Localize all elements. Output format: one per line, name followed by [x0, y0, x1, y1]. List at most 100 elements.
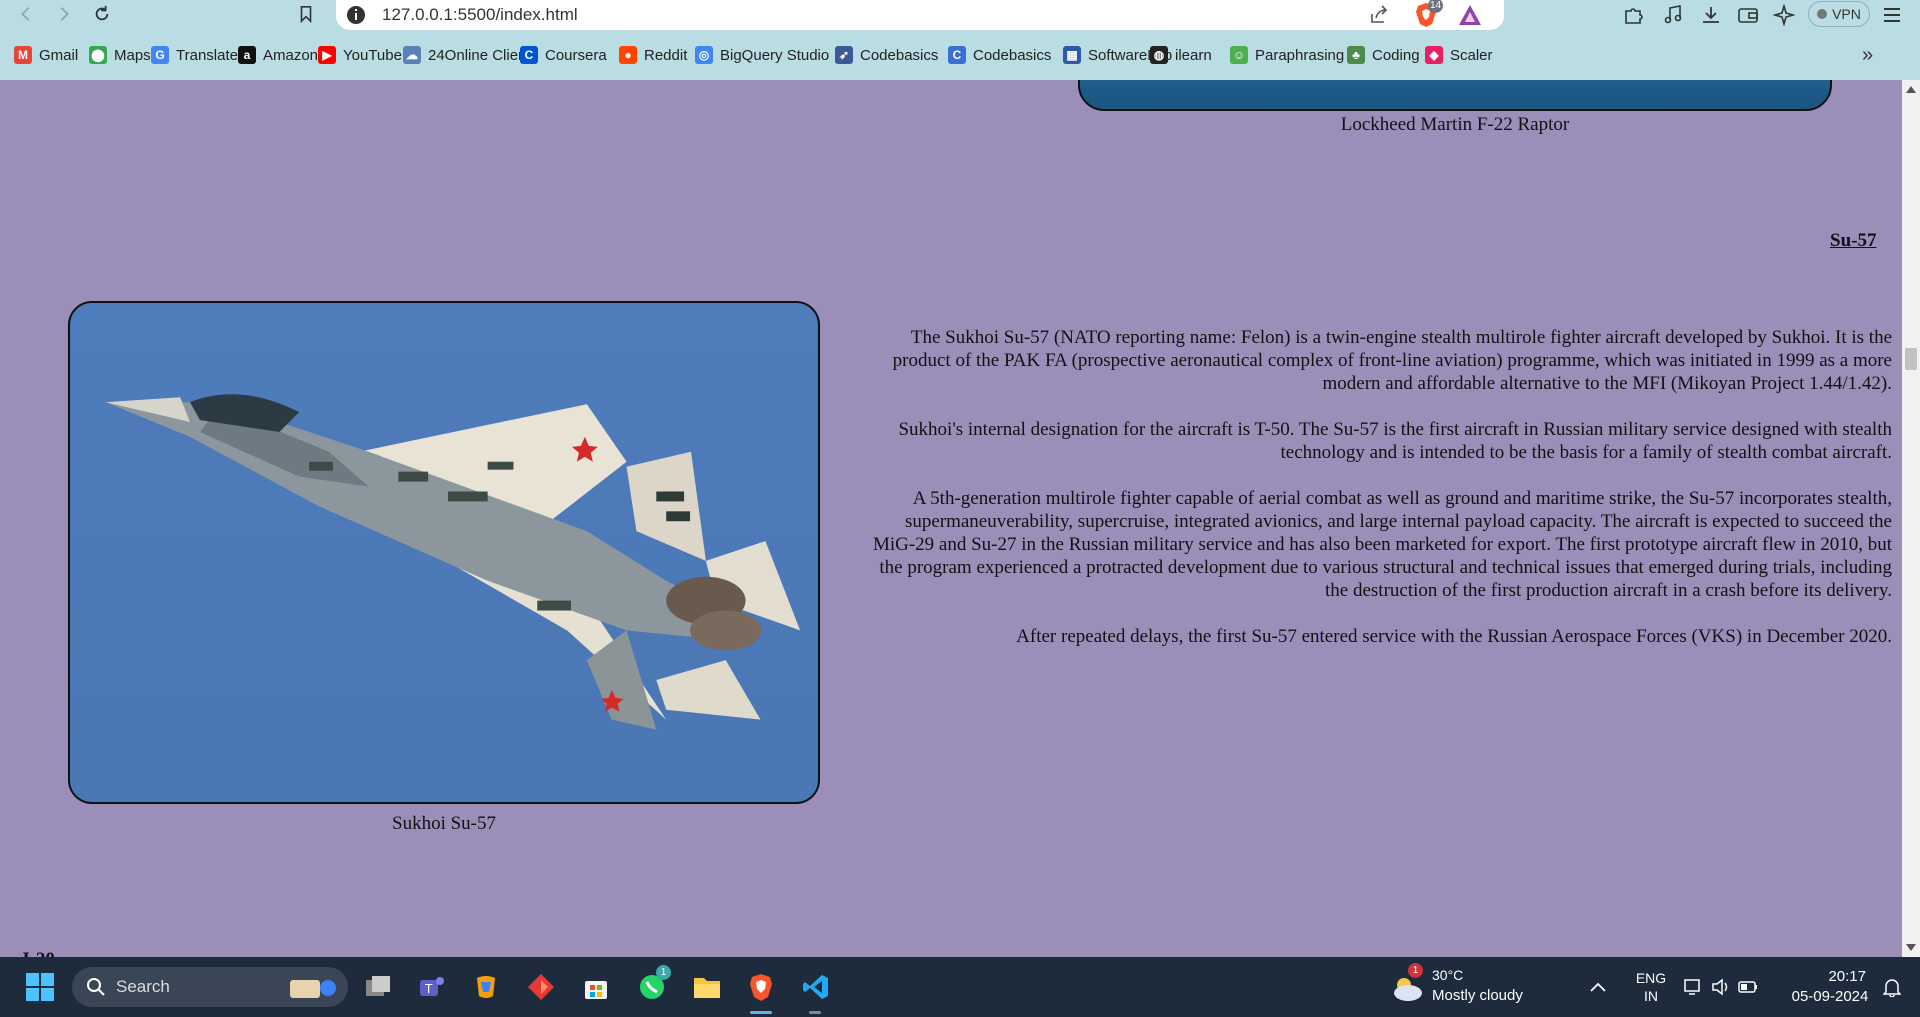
bookmark-item[interactable]: ◍ ilearn	[1150, 42, 1212, 68]
gmail-icon: M	[14, 46, 32, 64]
bookmark-item[interactable]: M Gmail	[14, 42, 78, 68]
svg-text:T: T	[424, 982, 433, 996]
coding-icon: ♣	[1347, 46, 1365, 64]
bookmark-icon	[300, 5, 312, 23]
bookmark-item[interactable]: C Coursera	[520, 42, 607, 68]
24online-icon: ☁	[403, 46, 421, 64]
navigation-row: 127.0.0.1:5500/index.html 14 VPN	[0, 0, 1920, 36]
start-button[interactable]	[20, 967, 60, 1007]
bookmark-item[interactable]: ☺ Paraphrasing	[1230, 42, 1344, 68]
cloudy-weather-icon	[1394, 978, 1422, 1001]
vscode-button[interactable]	[796, 967, 836, 1007]
show-hidden-icons-button[interactable]	[1582, 967, 1614, 1007]
scroll-up-arrow-icon[interactable]	[1906, 86, 1916, 93]
bookmark-label: YouTube	[343, 46, 402, 64]
scroll-down-arrow-icon[interactable]	[1906, 944, 1916, 951]
bookmark-label: Coding	[1372, 46, 1420, 64]
copilot-icon	[477, 976, 495, 998]
brave-shields-button[interactable]: 14	[1414, 0, 1443, 28]
bookmark-label: Coursera	[545, 46, 607, 64]
music-note-icon	[1664, 5, 1682, 24]
media-button[interactable]	[1659, 2, 1687, 28]
site-info-icon[interactable]	[346, 5, 366, 25]
maps-icon: ⬤	[89, 46, 107, 64]
brave-rewards-icon[interactable]	[1458, 4, 1482, 26]
page-scrollbar[interactable]	[1902, 80, 1920, 957]
chevron-up-icon	[1590, 982, 1606, 992]
microsoft-store-button[interactable]	[576, 967, 616, 1007]
region-code: IN	[1644, 988, 1658, 1004]
leo-ai-button[interactable]	[1770, 2, 1798, 28]
more-bookmarks-chevron-icon[interactable]: »	[1862, 44, 1873, 67]
weather-badge: 1	[1408, 963, 1423, 978]
forward-button[interactable]	[50, 2, 78, 26]
rocket-icon: ➶	[835, 46, 853, 64]
temperature: 30°C	[1432, 967, 1464, 983]
scaler-icon: ◆	[1425, 46, 1443, 64]
search-highlight-icon	[290, 980, 336, 998]
bookmark-item[interactable]: C Codebasics	[948, 42, 1051, 68]
bookmark-item[interactable]: ⬤ Maps	[89, 42, 151, 68]
bookmark-item[interactable]: ♣ Coding	[1347, 42, 1420, 68]
file-explorer-button[interactable]	[687, 967, 727, 1007]
teams-button[interactable]: T	[412, 967, 452, 1007]
scrollbar-thumb[interactable]	[1905, 348, 1917, 370]
bookmark-item[interactable]: ● Reddit	[619, 42, 687, 68]
brave-count-badge: 14	[1428, 0, 1443, 13]
download-icon	[1703, 7, 1719, 23]
vpn-button[interactable]: VPN	[1808, 1, 1870, 27]
active-app-indicator	[750, 1011, 772, 1014]
taskbar-search-box[interactable]: Search	[72, 967, 348, 1007]
bookmark-item[interactable]: ◆ Scaler	[1425, 42, 1493, 68]
section-title: Su-57	[1830, 230, 1877, 251]
wallet-icon	[1738, 8, 1758, 23]
paragraph: After repeated delays, the first Su-57 e…	[1016, 626, 1892, 647]
system-tray-status[interactable]	[1682, 967, 1762, 1007]
task-view-icon	[366, 976, 390, 996]
clock[interactable]: 20:17 05-09-2024	[1782, 967, 1878, 1007]
bookmark-item[interactable]: ➶ Codebasics	[835, 42, 938, 68]
task-view-button[interactable]	[358, 967, 398, 1007]
bookmark-item[interactable]: a Amazon	[238, 42, 318, 68]
language-code: ENG	[1635, 970, 1667, 986]
windows-taskbar: Search T 1 1 30°C Mostly cloudy ENG IN 2…	[0, 957, 1920, 1017]
wallet-button[interactable]	[1734, 2, 1762, 28]
bookmark-item[interactable]: G Translate	[151, 42, 238, 68]
reload-button[interactable]	[88, 2, 116, 26]
amazon-icon: a	[238, 46, 256, 64]
menu-button[interactable]	[1878, 2, 1906, 28]
clock-time: 20:17	[1828, 968, 1866, 985]
url-text[interactable]: 127.0.0.1:5500/index.html	[382, 5, 578, 25]
notifications-button[interactable]	[1876, 967, 1908, 1007]
bookmark-item[interactable]: ◎ BigQuery Studio	[695, 42, 829, 68]
vpn-label: VPN	[1832, 6, 1861, 22]
language-indicator[interactable]: ENG IN	[1628, 969, 1674, 1005]
share-icon[interactable]	[1368, 4, 1390, 26]
bookmark-label: Translate	[176, 46, 238, 64]
chevron-left-icon	[21, 7, 30, 21]
bookmark-item[interactable]: ▶ YouTube	[318, 42, 402, 68]
network-volume-battery-icon	[1684, 978, 1757, 996]
whatsapp-button[interactable]: 1	[632, 965, 672, 1007]
downloads-button[interactable]	[1697, 2, 1725, 28]
puzzle-icon	[1625, 8, 1643, 24]
brave-taskbar-button[interactable]	[741, 967, 781, 1007]
weather-widget[interactable]: 1 30°C Mostly cloudy	[1390, 963, 1550, 1007]
app-diamond-button[interactable]	[521, 967, 561, 1007]
brave-icon	[750, 974, 772, 1001]
copilot-button[interactable]	[466, 967, 506, 1007]
back-button[interactable]	[12, 2, 40, 26]
reddit-icon: ●	[619, 46, 637, 64]
bookmark-label: Gmail	[39, 46, 79, 64]
extensions-button[interactable]	[1620, 2, 1648, 28]
address-bar[interactable]: 127.0.0.1:5500/index.html 14	[336, 0, 1504, 30]
windows-logo-icon	[26, 973, 54, 1001]
bookmark-item[interactable]: ☁ 24Online Client	[403, 42, 531, 68]
codebasics-icon: C	[948, 46, 966, 64]
translate-icon: G	[151, 46, 169, 64]
paragraph: A 5th-generation multirole fighter capab…	[872, 488, 1892, 601]
bell-icon	[1883, 979, 1901, 997]
bookmark-label: Reddit	[644, 46, 688, 64]
search-icon	[87, 978, 105, 996]
bookmark-page-button[interactable]	[292, 2, 320, 26]
